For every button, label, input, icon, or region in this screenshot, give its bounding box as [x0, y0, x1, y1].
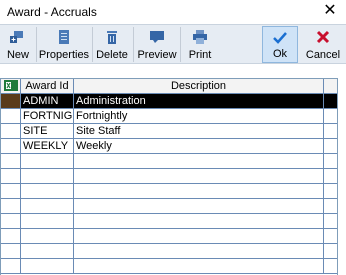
row-selector[interactable]	[1, 259, 21, 274]
ok-button[interactable]: Ok	[262, 26, 298, 63]
blank-cell	[324, 169, 337, 184]
preview-button[interactable]: Preview	[136, 26, 178, 63]
cancel-x-icon	[316, 30, 330, 44]
award-id-cell[interactable]	[21, 259, 74, 274]
window-title: Award - Accruals	[7, 5, 97, 19]
description-cell[interactable]: Weekly	[74, 139, 324, 154]
blank-cell	[324, 94, 337, 109]
awards-grid: Award Id Description ADMIN Administration…	[0, 78, 338, 275]
award-id-cell[interactable]: FORTNIGHTLY	[21, 109, 74, 124]
row-selector[interactable]	[1, 199, 21, 214]
row-selector[interactable]	[1, 229, 21, 244]
preview-icon	[150, 31, 164, 43]
description-cell[interactable]: Site Staff	[74, 124, 324, 139]
column-header-award-id[interactable]: Award Id	[21, 79, 74, 93]
description-cell[interactable]	[74, 259, 324, 274]
award-accruals-window: Award - Accruals ✕ New Properties Delete…	[0, 0, 346, 275]
toolbar-separator	[180, 27, 181, 62]
empty-row[interactable]	[1, 169, 337, 184]
properties-button[interactable]: Properties	[38, 26, 90, 63]
print-label: Print	[188, 49, 212, 61]
award-id-cell[interactable]: ADMIN	[21, 94, 74, 109]
award-id-cell[interactable]: SITE	[21, 124, 74, 139]
grid-header: Award Id Description	[1, 79, 337, 94]
empty-row[interactable]	[1, 229, 337, 244]
new-icon	[10, 31, 23, 43]
blank-cell	[324, 199, 337, 214]
title-bar: Award - Accruals ✕	[0, 0, 346, 24]
award-id-cell[interactable]	[21, 184, 74, 199]
award-id-cell[interactable]	[21, 244, 74, 259]
table-row[interactable]: ADMIN Administration	[1, 94, 337, 109]
print-button[interactable]: Print	[182, 26, 218, 63]
award-id-cell[interactable]	[21, 154, 74, 169]
ok-label: Ok	[272, 48, 288, 60]
empty-row[interactable]	[1, 259, 337, 274]
blank-cell	[324, 214, 337, 229]
description-cell[interactable]	[74, 244, 324, 259]
properties-icon	[59, 30, 69, 44]
description-cell[interactable]	[74, 214, 324, 229]
award-id-cell[interactable]	[21, 199, 74, 214]
cancel-button[interactable]: Cancel	[304, 26, 342, 63]
properties-label: Properties	[38, 49, 90, 61]
award-id-cell[interactable]	[21, 214, 74, 229]
new-label: New	[6, 49, 29, 61]
printer-icon	[193, 30, 207, 44]
new-button[interactable]: New	[2, 26, 34, 63]
description-cell[interactable]	[74, 184, 324, 199]
column-header-blank	[324, 79, 337, 93]
blank-cell	[324, 139, 337, 154]
award-id-cell[interactable]	[21, 169, 74, 184]
table-row[interactable]: WEEKLY Weekly	[1, 139, 337, 154]
empty-row[interactable]	[1, 154, 337, 169]
empty-row[interactable]	[1, 214, 337, 229]
toolbar-separator	[133, 27, 134, 62]
description-cell[interactable]	[74, 154, 324, 169]
preview-label: Preview	[137, 49, 177, 61]
delete-button[interactable]: Delete	[94, 26, 130, 63]
blank-cell	[324, 154, 337, 169]
blank-cell	[324, 124, 337, 139]
close-icon[interactable]: ✕	[322, 2, 338, 20]
row-selector[interactable]	[1, 94, 21, 109]
table-row[interactable]: FORTNIGHTLYFortnightly	[1, 109, 337, 124]
blank-cell	[324, 184, 337, 199]
delete-icon	[107, 31, 117, 44]
toolbar-separator	[36, 27, 37, 62]
row-selector[interactable]	[1, 139, 21, 154]
blank-cell	[324, 244, 337, 259]
description-cell[interactable]	[74, 169, 324, 184]
empty-row[interactable]	[1, 244, 337, 259]
blank-cell	[324, 229, 337, 244]
empty-row[interactable]	[1, 184, 337, 199]
row-selector[interactable]	[1, 109, 21, 124]
blank-cell	[324, 259, 337, 274]
row-selector[interactable]	[1, 244, 21, 259]
award-id-cell[interactable]	[21, 229, 74, 244]
checkmark-icon	[273, 32, 287, 44]
delete-label: Delete	[96, 49, 128, 61]
description-cell[interactable]: Administration	[74, 94, 324, 109]
description-cell[interactable]	[74, 199, 324, 214]
row-selector[interactable]	[1, 169, 21, 184]
row-selector[interactable]	[1, 124, 21, 139]
description-cell[interactable]	[74, 229, 324, 244]
row-selector[interactable]	[1, 154, 21, 169]
row-selector[interactable]	[1, 184, 21, 199]
excel-export-icon[interactable]	[1, 79, 21, 93]
empty-row[interactable]	[1, 199, 337, 214]
cancel-label: Cancel	[305, 49, 341, 61]
toolbar: New Properties Delete Preview Print Ok C…	[0, 24, 346, 64]
row-selector[interactable]	[1, 214, 21, 229]
award-id-cell[interactable]: WEEKLY	[21, 139, 74, 154]
description-cell[interactable]: Fortnightly	[74, 109, 324, 124]
blank-cell	[324, 109, 337, 124]
column-header-description[interactable]: Description	[74, 79, 324, 93]
table-row[interactable]: SITE Site Staff	[1, 124, 337, 139]
toolbar-separator	[92, 27, 93, 62]
